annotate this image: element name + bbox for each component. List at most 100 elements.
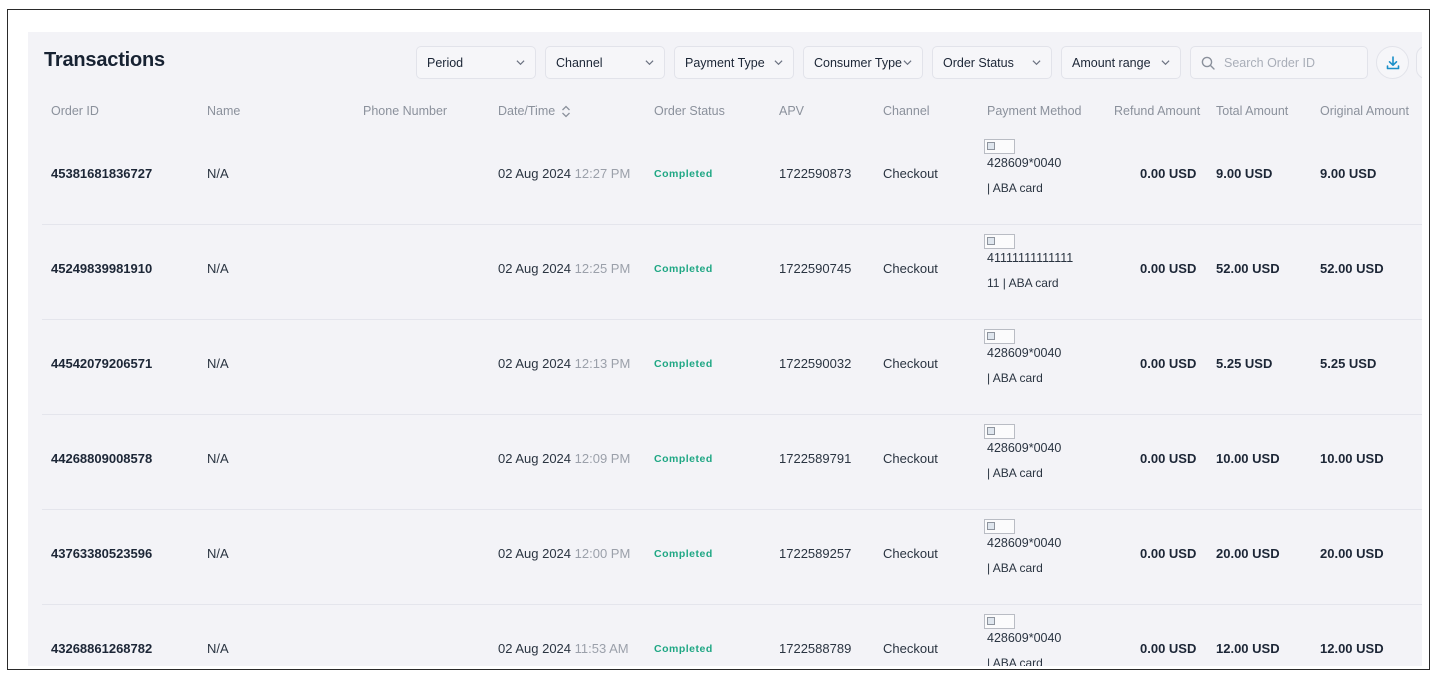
broken-image-icon: [984, 234, 1015, 249]
date-time: 02 Aug 2024 12:27 PM: [498, 166, 630, 181]
chevron-down-icon: [774, 60, 783, 66]
date-time: 02 Aug 2024 12:00 PM: [498, 546, 630, 561]
status-badge: Completed: [654, 548, 713, 560]
original-amount: 5.25 USD: [1320, 356, 1377, 371]
customer-name: N/A: [207, 451, 229, 466]
payment-method-line2: | ABA card: [987, 181, 1043, 195]
order-status-filter[interactable]: Order Status: [932, 46, 1052, 79]
time: 12:27 PM: [574, 166, 631, 181]
apv: 1722590745: [779, 261, 852, 276]
customer-name: N/A: [207, 356, 229, 371]
consumer-type-filter[interactable]: Consumer Type: [803, 46, 923, 79]
period-filter-label: Period: [427, 55, 464, 70]
status-badge: Completed: [654, 168, 713, 180]
customer-name: N/A: [207, 546, 229, 561]
table-row[interactable]: 45381681836727 N/A 02 Aug 2024 12:27 PM …: [42, 130, 1422, 225]
payment-method-line1: 428609*0040: [987, 346, 1062, 360]
time: 11:53 AM: [574, 641, 629, 656]
page-title: Transactions: [44, 49, 165, 71]
column-header-original-amount: Original Amount: [1320, 104, 1409, 118]
apv: 1722590032: [779, 356, 852, 371]
customer-name: N/A: [207, 261, 229, 276]
time: 12:09 PM: [574, 451, 631, 466]
channel: Checkout: [883, 356, 938, 371]
search-order-id-input[interactable]: [1224, 55, 1354, 70]
chevron-down-icon: [903, 60, 912, 66]
screenshot-frame: Transactions Period Channel Payment Type…: [7, 9, 1430, 670]
original-amount: 9.00 USD: [1320, 166, 1377, 181]
period-filter[interactable]: Period: [416, 46, 536, 79]
time: 12:00 PM: [574, 546, 631, 561]
broken-image-icon: [984, 139, 1015, 154]
date-time: 02 Aug 2024 11:53 AM: [498, 641, 629, 656]
refund-amount: 0.00 USD: [1140, 166, 1197, 181]
date-time: 02 Aug 2024 12:09 PM: [498, 451, 630, 466]
apv: 1722589791: [779, 451, 852, 466]
channel-filter[interactable]: Channel: [545, 46, 665, 79]
more-actions-button[interactable]: [1416, 46, 1422, 79]
total-amount: 10.00 USD: [1216, 451, 1280, 466]
chevron-down-icon: [516, 60, 525, 66]
original-amount: 20.00 USD: [1320, 546, 1384, 561]
time: 12:13 PM: [574, 356, 631, 371]
chevron-down-icon: [1032, 60, 1041, 66]
broken-image-icon: [984, 329, 1015, 344]
table-row[interactable]: 43268861268782 N/A 02 Aug 2024 11:53 AM …: [42, 605, 1422, 666]
payment-method: 428609*0040 | ABA card: [984, 614, 1061, 666]
payment-method-line1: 428609*0040: [987, 536, 1062, 550]
channel: Checkout: [883, 166, 938, 181]
table-row[interactable]: 45249839981910 N/A 02 Aug 2024 12:25 PM …: [42, 225, 1422, 320]
order-id[interactable]: 44542079206571: [51, 356, 152, 371]
column-header-name: Name: [207, 104, 241, 118]
status-badge: Completed: [654, 643, 713, 655]
broken-image-icon: [984, 614, 1015, 629]
total-amount: 52.00 USD: [1216, 261, 1280, 276]
table-row[interactable]: 44542079206571 N/A 02 Aug 2024 12:13 PM …: [42, 320, 1422, 415]
order-id[interactable]: 45249839981910: [51, 261, 152, 276]
payment-method-line2: | ABA card: [987, 466, 1043, 480]
payment-method-line1: 428609*0040: [987, 441, 1062, 455]
amount-range-filter-label: Amount range: [1072, 55, 1151, 70]
original-amount: 52.00 USD: [1320, 261, 1384, 276]
payment-method-line1: 41111111111111: [987, 251, 1074, 265]
column-header-apv: APV: [779, 104, 805, 118]
apv: 1722590873: [779, 166, 852, 181]
apv: 1722588789: [779, 641, 852, 656]
payment-type-filter-label: Payment Type: [685, 55, 765, 70]
payment-method-line1: 428609*0040: [987, 631, 1062, 645]
broken-image-icon: [984, 519, 1015, 534]
column-header-channel: Channel: [883, 104, 930, 118]
column-header-date-time[interactable]: Date/Time: [498, 104, 571, 118]
customer-name: N/A: [207, 641, 229, 656]
payment-method-line2: | ABA card: [987, 656, 1043, 666]
consumer-type-filter-label: Consumer Type: [814, 55, 903, 70]
table-row[interactable]: 43763380523596 N/A 02 Aug 2024 12:00 PM …: [42, 510, 1422, 605]
status-badge: Completed: [654, 453, 713, 465]
column-header-date-time-label: Date/Time: [498, 104, 556, 118]
table-row[interactable]: 44268809008578 N/A 02 Aug 2024 12:09 PM …: [42, 415, 1422, 510]
original-amount: 12.00 USD: [1320, 641, 1384, 656]
sort-icon[interactable]: [561, 105, 571, 118]
total-amount: 12.00 USD: [1216, 641, 1280, 656]
amount-range-filter[interactable]: Amount range: [1061, 46, 1181, 79]
order-status-filter-label: Order Status: [943, 55, 1014, 70]
download-button[interactable]: [1376, 46, 1409, 79]
channel: Checkout: [883, 451, 938, 466]
total-amount: 20.00 USD: [1216, 546, 1280, 561]
column-header-refund-amount: Refund Amount: [1114, 104, 1201, 118]
order-id[interactable]: 45381681836727: [51, 166, 152, 181]
order-id[interactable]: 44268809008578: [51, 451, 152, 466]
date: 02 Aug 2024: [498, 641, 572, 656]
download-icon: [1386, 55, 1399, 69]
payment-method: 428609*0040 | ABA card: [984, 519, 1061, 581]
payment-method-line1: 428609*0040: [987, 156, 1062, 170]
channel: Checkout: [883, 641, 938, 656]
order-id[interactable]: 43268861268782: [51, 641, 152, 656]
order-id[interactable]: 43763380523596: [51, 546, 152, 561]
broken-image-icon: [984, 424, 1015, 439]
payment-type-filter[interactable]: Payment Type: [674, 46, 794, 79]
status-badge: Completed: [654, 358, 713, 370]
channel: Checkout: [883, 546, 938, 561]
payment-method-line2: 11 | ABA card: [987, 276, 1059, 290]
chevron-down-icon: [1161, 60, 1170, 66]
